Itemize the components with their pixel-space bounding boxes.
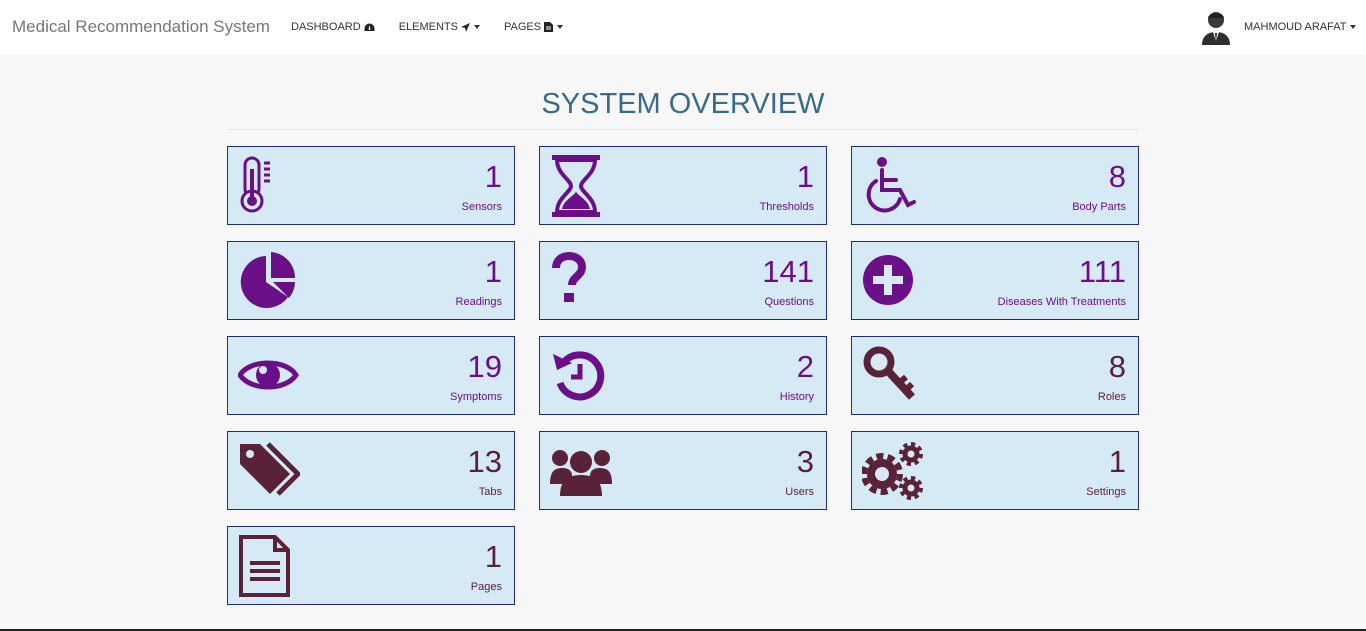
tile-tabs[interactable]: 13 Tabs [227,431,515,510]
question-icon [550,250,612,312]
tile-body-parts[interactable]: 8 Body Parts [851,146,1139,225]
tile-label: Thresholds [759,201,814,213]
tile-pages[interactable]: 1 Pages [227,526,515,605]
nav-elements[interactable]: ELEMENTS [399,21,480,33]
tile-sensors[interactable]: 1 Sensors [227,146,515,225]
chevron-down-icon [473,25,480,29]
tile-questions[interactable]: 141 Questions [539,241,827,320]
tile-label: Readings [455,296,502,308]
tile-label: History [779,391,814,403]
tile-count: 1 [484,539,502,574]
tile-symptoms[interactable]: 19 Symptoms [227,336,515,415]
tile-label: Settings [1086,486,1126,498]
tile-label: Pages [470,581,502,593]
chevron-down-icon [557,25,564,29]
page-title: SYSTEM OVERVIEW [541,88,825,120]
plus-circle-icon [862,250,924,312]
nav-pages[interactable]: PAGES [503,21,564,33]
tile-count: 111 [1078,254,1126,289]
tile-label: Tabs [478,486,502,498]
tile-label: Diseases With Treatments [997,296,1126,308]
tile-count: 141 [762,254,814,289]
tags-icon [238,440,302,502]
tile-diseases[interactable]: 111 Diseases With Treatments [851,241,1139,320]
tile-label: Symptoms [450,391,502,403]
user-menu[interactable]: MAHMOUD ARAFAT [1244,21,1357,33]
title-divider [227,129,1139,130]
tile-readings[interactable]: 1 Readings [227,241,515,320]
cogs-icon [861,440,924,502]
nav-elements-label: ELEMENTS [398,21,458,33]
tile-label: Sensors [461,201,502,213]
tile-count: 8 [1108,349,1126,384]
key-icon [862,345,924,407]
document-icon [238,535,300,597]
tile-count: 1 [484,159,502,194]
main-nav: DASHBOARD ELEMENTS PAGES [291,21,587,33]
nav-pages-label: PAGES [503,21,542,33]
tile-roles[interactable]: 8 Roles [851,336,1139,415]
chevron-down-icon [1350,25,1357,29]
pie-chart-icon [238,250,300,312]
wheelchair-icon [862,155,924,217]
hourglass-icon [550,155,612,217]
history-icon [550,345,612,407]
tile-count: 3 [796,444,814,479]
tile-count: 13 [467,444,502,479]
nav-dashboard[interactable]: DASHBOARD [291,21,375,33]
eye-icon [237,345,300,407]
nav-dashboard-label: DASHBOARD [291,21,361,33]
tile-users[interactable]: 3 Users [539,431,827,510]
user-avatar-icon[interactable] [1200,9,1232,45]
tile-settings[interactable]: 1 Settings [851,431,1139,510]
users-icon [550,440,612,502]
tile-label: Body Parts [1072,201,1126,213]
location-arrow-icon [460,22,470,32]
tile-count: 19 [467,349,502,384]
brand-title[interactable]: Medical Recommendation System [12,17,270,37]
top-navbar: Medical Recommendation System DASHBOARD … [0,0,1366,55]
tile-count: 2 [796,349,814,384]
tile-count: 1 [1108,444,1126,479]
tile-thresholds[interactable]: 1 Thresholds [539,146,827,225]
tile-count: 1 [796,159,814,194]
tile-label: Questions [764,296,814,308]
tile-label: Roles [1097,391,1126,403]
file-icon [544,22,554,32]
thermometer-icon [238,155,300,217]
dashboard-icon [364,23,375,32]
tile-history[interactable]: 2 History [539,336,827,415]
tile-count: 8 [1108,159,1126,194]
tile-count: 1 [484,254,502,289]
tile-label: Users [785,486,814,498]
user-name: MAHMOUD ARAFAT [1244,21,1347,33]
